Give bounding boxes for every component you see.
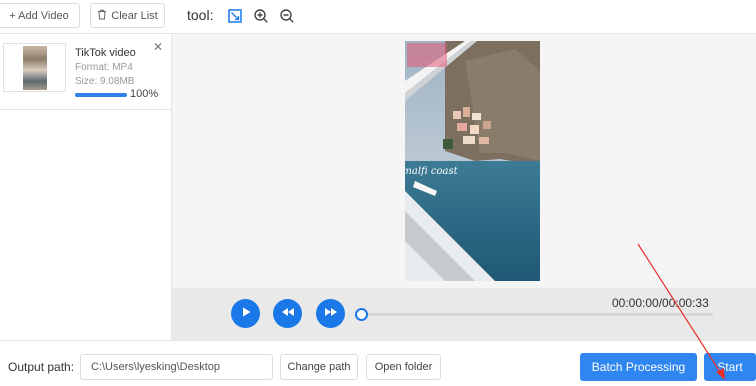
crop-icon[interactable] [226, 7, 244, 25]
file-format: Format: MP4 [75, 62, 133, 73]
time-display: 00:00:00/00:00:33 [612, 296, 709, 310]
progress-fill [75, 93, 127, 97]
open-folder-button[interactable]: Open folder [366, 354, 441, 380]
player-controls: 00:00:00/00:00:33 [172, 288, 756, 340]
open-folder-label: Open folder [374, 361, 433, 373]
rewind-icon [281, 305, 295, 323]
zoom-in-icon[interactable] [252, 7, 270, 25]
fast-forward-icon [324, 305, 338, 323]
list-item[interactable]: TikTok video Format: MP4 Size: 9.08MB 10… [0, 34, 171, 110]
toolbar: + Add Video Clear List tool: [0, 0, 756, 34]
trash-icon [97, 9, 107, 23]
file-name: TikTok video [75, 47, 136, 59]
clear-list-label: Clear List [111, 9, 158, 22]
seek-handle[interactable] [355, 308, 368, 321]
file-size: Size: 9.08MB [75, 76, 135, 87]
video-image: amalfi coast [405, 41, 540, 281]
change-path-label: Change path [287, 361, 351, 373]
video-frame: amalfi coast [405, 41, 540, 281]
add-video-button[interactable]: + Add Video [0, 3, 80, 28]
progress-percent: 100% [130, 88, 159, 100]
video-overlay-text: amalfi coast [405, 166, 459, 177]
add-video-label: + Add Video [9, 9, 69, 22]
output-path-field[interactable] [80, 354, 273, 380]
change-path-button[interactable]: Change path [280, 354, 358, 380]
fast-forward-button[interactable] [316, 299, 345, 328]
batch-processing-label: Batch Processing [591, 360, 686, 374]
output-path-label: Output path: [8, 360, 75, 374]
seek-bar[interactable] [361, 313, 713, 316]
output-bar: Output path: Change path Open folder Bat… [0, 340, 756, 386]
zoom-out-icon[interactable] [278, 7, 296, 25]
tool-label: tool: [187, 7, 214, 23]
close-icon[interactable]: ✕ [153, 40, 163, 54]
start-button[interactable]: Start [704, 353, 756, 381]
video-thumbnail [3, 43, 66, 92]
clear-list-button[interactable]: Clear List [90, 3, 165, 28]
rewind-button[interactable] [273, 299, 302, 328]
video-preview-area: amalfi coast [172, 34, 756, 288]
batch-processing-button[interactable]: Batch Processing [580, 353, 697, 381]
file-list: TikTok video Format: MP4 Size: 9.08MB 10… [0, 34, 172, 340]
start-label: Start [717, 360, 743, 374]
play-button[interactable] [231, 299, 260, 328]
progress-bar [75, 93, 127, 97]
play-icon [240, 305, 252, 323]
